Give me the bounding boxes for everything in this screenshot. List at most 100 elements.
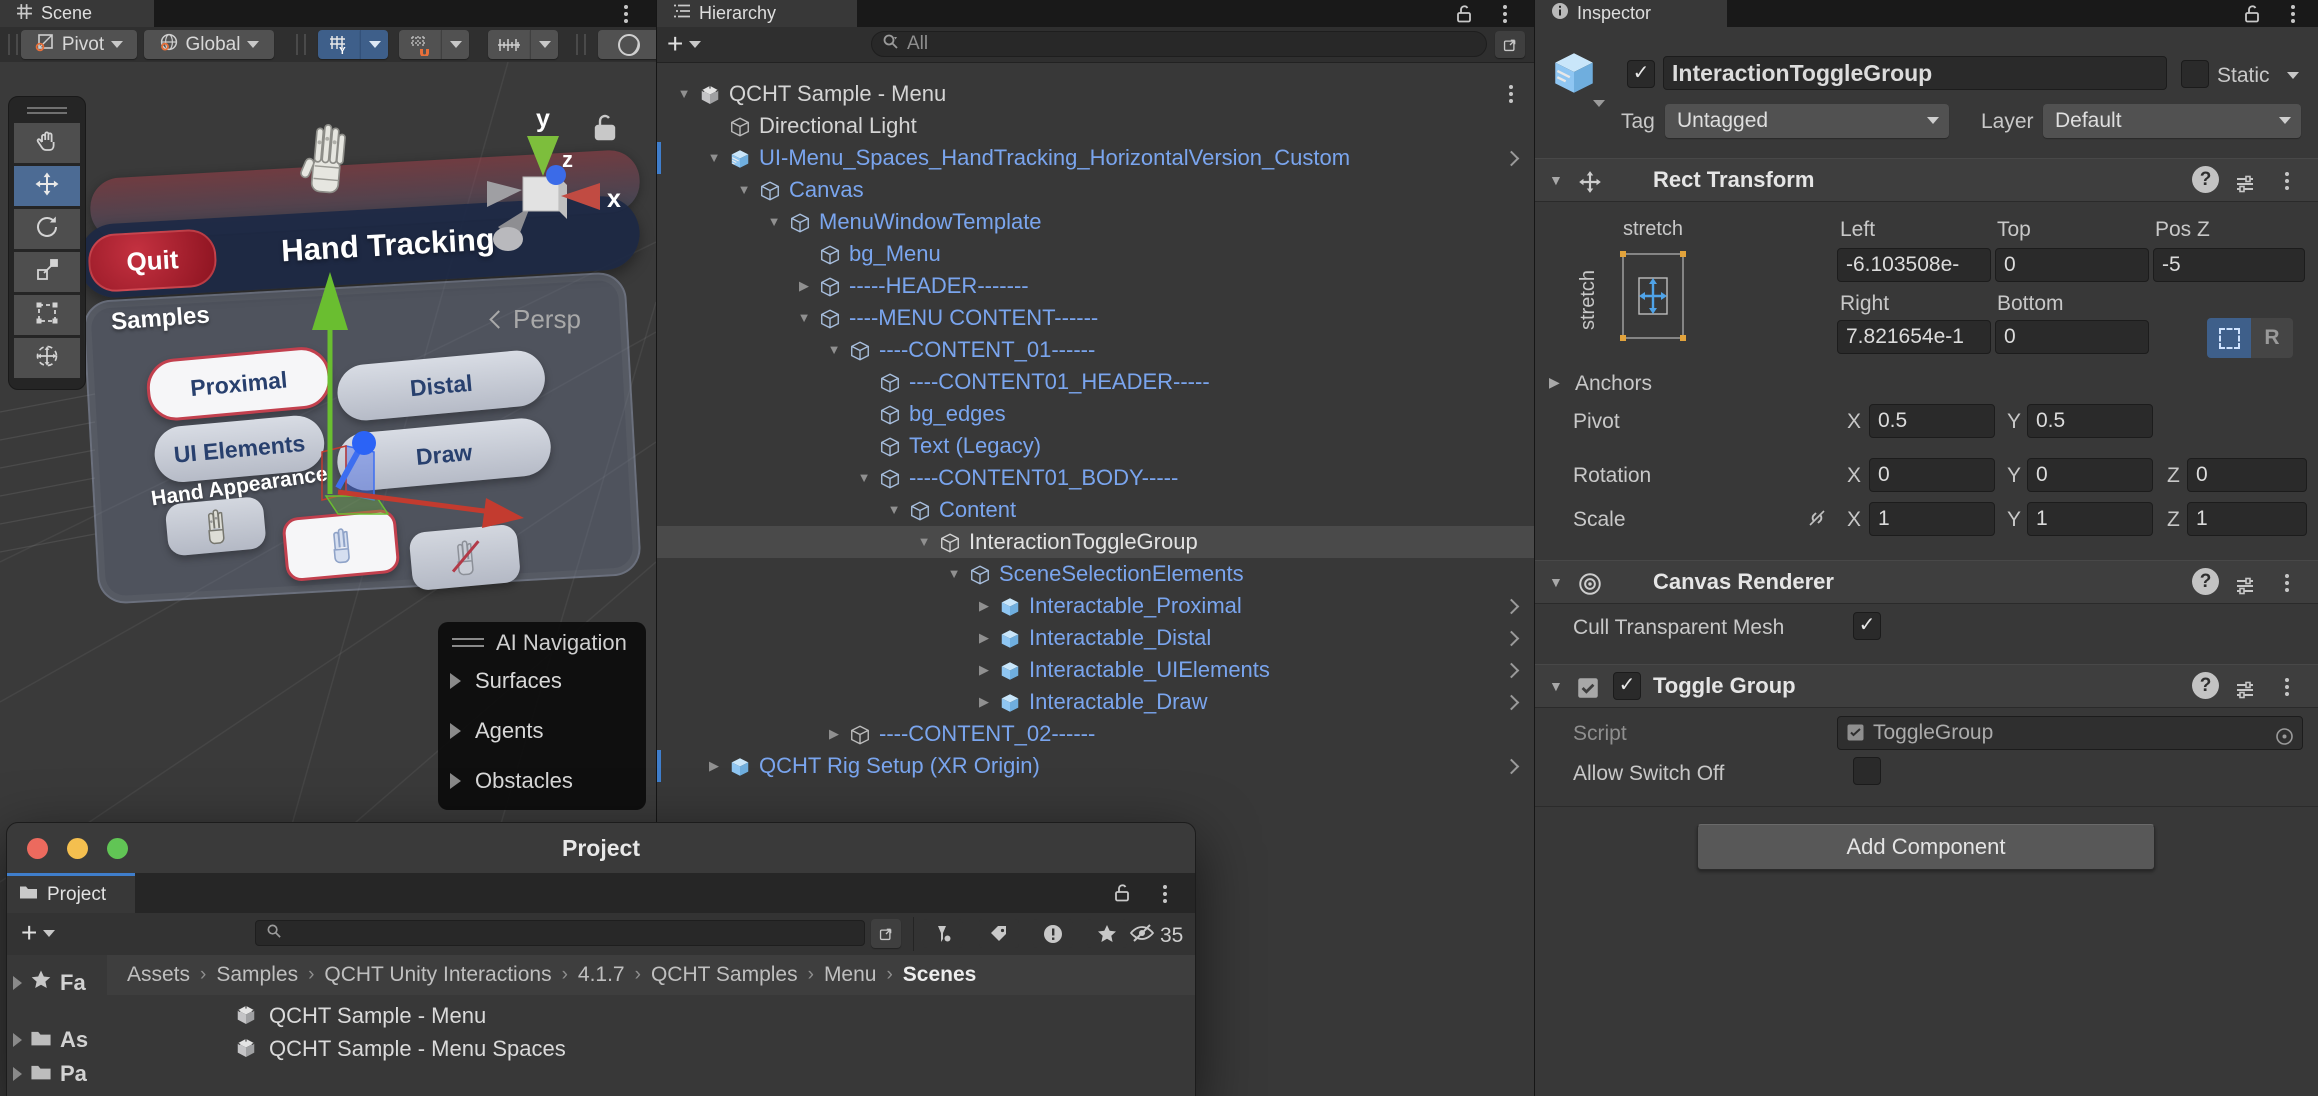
- toggle-group-header[interactable]: ▼ ✓ Toggle Group ?: [1535, 664, 2318, 708]
- open-prefab-chevron[interactable]: [1503, 150, 1520, 167]
- hierarchy-row-header[interactable]: ▶ -----HEADER-------: [657, 270, 1535, 302]
- favorites-filter-icon[interactable]: [1087, 919, 1127, 948]
- help-icon[interactable]: ?: [2192, 166, 2219, 193]
- toggle-group-enabled-checkbox[interactable]: ✓: [1613, 672, 1641, 700]
- ai-nav-item-surfaces[interactable]: Surfaces: [450, 668, 562, 694]
- hierarchy-row-qcht-rig-setup-xr-origin[interactable]: ▶ QCHT Rig Setup (XR Origin): [657, 750, 1535, 782]
- hierarchy-row-text-legacy[interactable]: Text (Legacy): [657, 430, 1535, 462]
- ai-nav-drag-handle[interactable]: [452, 638, 484, 647]
- project-file-qcht-sample-menu[interactable]: QCHT Sample - Menu: [235, 999, 486, 1032]
- foldout-closed-icon[interactable]: ▶: [823, 718, 845, 750]
- object-picker-icon[interactable]: [2275, 724, 2294, 756]
- link-broken-icon[interactable]: [1805, 506, 1829, 535]
- tag-dropdown[interactable]: Untagged: [1665, 104, 1949, 138]
- hierarchy-row-bg-menu[interactable]: bg_Menu: [657, 238, 1535, 270]
- rect-transform-header[interactable]: ▼ Rect Transform ?: [1535, 158, 2318, 202]
- hierarchy-row-interactable-proximal[interactable]: ▶ Interactable_Proximal: [657, 590, 1535, 622]
- overlay-drag-handle[interactable]: [27, 107, 67, 109]
- project-search[interactable]: [255, 920, 865, 946]
- project-sidebar-pa[interactable]: Pa: [13, 1061, 87, 1087]
- top-field[interactable]: [1995, 248, 2149, 282]
- hierarchy-row-content01-body[interactable]: ▼ ----CONTENT01_BODY-----: [657, 462, 1535, 494]
- presets-icon[interactable]: [2233, 570, 2257, 612]
- project-file-qcht-sample-menu-spaces[interactable]: QCHT Sample - Menu Spaces: [235, 1032, 566, 1065]
- static-checkbox[interactable]: [2181, 60, 2209, 88]
- static-dropdown-caret[interactable]: [2287, 72, 2299, 79]
- hierarchy-row-interactable-distal[interactable]: ▶ Interactable_Distal: [657, 622, 1535, 654]
- prefab-header-caret[interactable]: [1593, 100, 1605, 107]
- cull-transparent-mesh-checkbox[interactable]: ✓: [1853, 612, 1881, 640]
- tab-inspector[interactable]: Inspector: [1535, 0, 1727, 27]
- presets-icon[interactable]: [2233, 168, 2257, 210]
- foldout-open-icon[interactable]: ▼: [943, 558, 965, 590]
- transform-tool-button[interactable]: [14, 338, 80, 378]
- open-prefab-chevron[interactable]: [1503, 694, 1520, 711]
- help-icon[interactable]: ?: [2192, 672, 2219, 699]
- ai-nav-item-obstacles[interactable]: Obstacles: [450, 768, 573, 794]
- bottom-field[interactable]: [1995, 320, 2149, 354]
- component-menu-kebab[interactable]: [2285, 581, 2289, 585]
- create-object-dropdown[interactable]: +: [667, 30, 702, 58]
- hierarchy-row-ui-menu-spaces-handtracking-horizontalversion-custom[interactable]: ▼ UI-Menu_Spaces_HandTracking_HorizontalV…: [657, 142, 1535, 174]
- foldout-open-icon[interactable]: ▼: [883, 494, 905, 526]
- hierarchy-search-input[interactable]: [905, 32, 1476, 56]
- hierarchy-search[interactable]: [871, 31, 1487, 57]
- breadcrumb-assets[interactable]: Assets: [127, 963, 190, 987]
- scale-x-field[interactable]: [1869, 502, 1995, 536]
- presets-icon[interactable]: [2233, 674, 2257, 716]
- project-sidebar-as[interactable]: As: [13, 1027, 88, 1053]
- anchors-foldout-icon[interactable]: ▶: [1549, 374, 1560, 391]
- project-sidebar-fa[interactable]: Fa: [13, 969, 86, 997]
- foldout-open-icon[interactable]: ▼: [1549, 665, 1563, 707]
- breadcrumb-qcht-unity-interactions[interactable]: QCHT Unity Interactions: [324, 963, 551, 987]
- hierarchy-row-menu-content[interactable]: ▼ ----MENU CONTENT------: [657, 302, 1535, 334]
- lock-icon[interactable]: [1455, 4, 1473, 28]
- tab-project[interactable]: Project: [7, 873, 135, 913]
- foldout-open-icon[interactable]: ▼: [913, 526, 935, 558]
- component-menu-kebab[interactable]: [2285, 685, 2289, 689]
- rotate-tool-button[interactable]: [14, 209, 80, 249]
- foldout-closed-icon[interactable]: ▶: [973, 654, 995, 686]
- search-in-window-icon[interactable]: [871, 919, 901, 948]
- pivot-x-field[interactable]: [1869, 404, 1995, 438]
- foldout-open-icon[interactable]: ▼: [673, 78, 695, 110]
- foldout-open-icon[interactable]: ▼: [763, 206, 785, 238]
- hierarchy-menu-kebab[interactable]: [1503, 12, 1507, 16]
- foldout-closed-icon[interactable]: ▶: [973, 686, 995, 718]
- foldout-open-icon[interactable]: ▼: [793, 302, 815, 334]
- scale-z-field[interactable]: [2187, 502, 2307, 536]
- pan-tool-button[interactable]: [14, 123, 80, 163]
- hierarchy-row-canvas[interactable]: ▼ Canvas: [657, 174, 1535, 206]
- move-tool-button[interactable]: [14, 166, 80, 206]
- foldout-open-icon[interactable]: ▼: [703, 142, 725, 174]
- component-menu-kebab[interactable]: [2285, 179, 2289, 183]
- rotation-z-field[interactable]: [2187, 458, 2307, 492]
- hierarchy-row-interactable-draw[interactable]: ▶ Interactable_Draw: [657, 686, 1535, 718]
- foldout-open-icon[interactable]: ▼: [853, 462, 875, 494]
- open-prefab-chevron[interactable]: [1503, 598, 1520, 615]
- breadcrumb-scenes[interactable]: Scenes: [903, 963, 977, 987]
- scale-y-field[interactable]: [2027, 502, 2153, 536]
- layer-dropdown[interactable]: Default: [2043, 104, 2301, 138]
- hierarchy-row-content01-header[interactable]: ----CONTENT01_HEADER-----: [657, 366, 1535, 398]
- foldout-open-icon[interactable]: ▼: [1549, 159, 1563, 201]
- hierarchy-row-menuwindowtemplate[interactable]: ▼ MenuWindowTemplate: [657, 206, 1535, 238]
- canvas-renderer-header[interactable]: ▼ Canvas Renderer ?: [1535, 560, 2318, 604]
- import-log-icon[interactable]: [1033, 919, 1073, 948]
- anchor-preset-widget[interactable]: [1619, 248, 1687, 349]
- foldout-open-icon[interactable]: ▼: [733, 174, 755, 206]
- hierarchy-row-content-01[interactable]: ▼ ----CONTENT_01------: [657, 334, 1535, 366]
- script-field[interactable]: ToggleGroup: [1837, 716, 2303, 750]
- rotation-x-field[interactable]: [1869, 458, 1995, 492]
- hierarchy-row-content[interactable]: ▼ Content: [657, 494, 1535, 526]
- help-icon[interactable]: ?: [2192, 568, 2219, 595]
- open-prefab-chevron[interactable]: [1503, 630, 1520, 647]
- right-field[interactable]: [1837, 320, 1991, 354]
- lock-icon[interactable]: [1113, 883, 1131, 907]
- object-name-field[interactable]: [1663, 56, 2167, 90]
- hierarchy-row-interactable-uielements[interactable]: ▶ Interactable_UIElements: [657, 654, 1535, 686]
- foldout-closed-icon[interactable]: ▶: [793, 270, 815, 302]
- filter-by-type-icon[interactable]: [923, 919, 963, 948]
- lock-icon[interactable]: [2243, 4, 2261, 28]
- hierarchy-row-interactiontogglegroup[interactable]: ▼ InteractionToggleGroup: [657, 526, 1535, 558]
